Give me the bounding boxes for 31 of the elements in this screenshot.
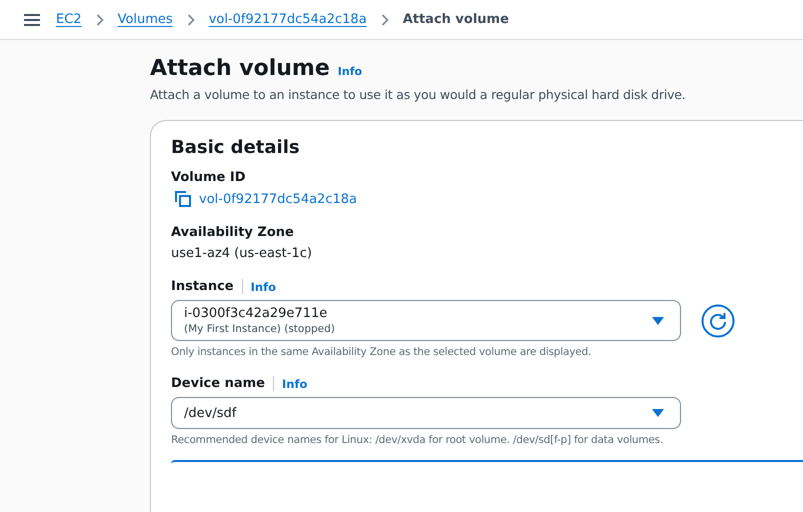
- field-value: use1-az4 (us-east-1c): [171, 246, 313, 261]
- field-label: Availability Zone: [171, 225, 294, 240]
- select-value: /dev/sdf: [184, 406, 236, 420]
- breadcrumb-link[interactable]: Volumes: [118, 12, 173, 27]
- chevron-right-icon: [96, 14, 104, 26]
- copy-icon[interactable]: [175, 191, 191, 207]
- field-label: Instance: [171, 279, 234, 294]
- volume-id-link[interactable]: vol-0f92177dc54a2c18a: [199, 192, 357, 206]
- select-field[interactable]: /dev/sdf: [171, 397, 681, 429]
- caret-icon: [652, 409, 664, 417]
- field-hint: Only instances in the same Availability Zone as the selected volume are displayed.: [171, 346, 592, 358]
- menu-icon[interactable]: [24, 14, 40, 26]
- chevron-right-icon: [186, 14, 195, 26]
- info-link[interactable]: Info: [250, 280, 276, 294]
- breadcrumb-link[interactable]: EC2: [56, 12, 82, 27]
- select-field[interactable]: i-0300f3c42a29e711e (My First Instance) (stopped): [171, 300, 681, 341]
- card-title: Basic details: [171, 137, 301, 158]
- field-label: Device name: [171, 376, 265, 391]
- field-label: Volume ID: [171, 170, 246, 185]
- breadcrumb-link[interactable]: vol-0f92177dc54a2c18a: [208, 12, 367, 27]
- chevron-right-icon: [380, 14, 389, 26]
- breadcrumb-current: Attach volume: [402, 12, 509, 27]
- select-value: i-0300f3c42a29e711e: [184, 306, 328, 321]
- field-hint: Recommended device names for Linux: /dev/xvda for root volume. /dev/sd[f-p] for data volumes.: [171, 434, 664, 446]
- info-link[interactable]: Info: [282, 376, 308, 390]
- page-description: Attach a volume to an instance to use it as you would a regular physical hard disk drive.: [150, 87, 687, 102]
- info-link[interactable]: Info: [338, 65, 362, 78]
- page-title: Attach volume: [150, 56, 330, 81]
- refresh-icon[interactable]: [701, 304, 735, 338]
- caret-icon: [652, 316, 664, 324]
- select-secondary: (My First Instance) (stopped): [184, 323, 335, 335]
